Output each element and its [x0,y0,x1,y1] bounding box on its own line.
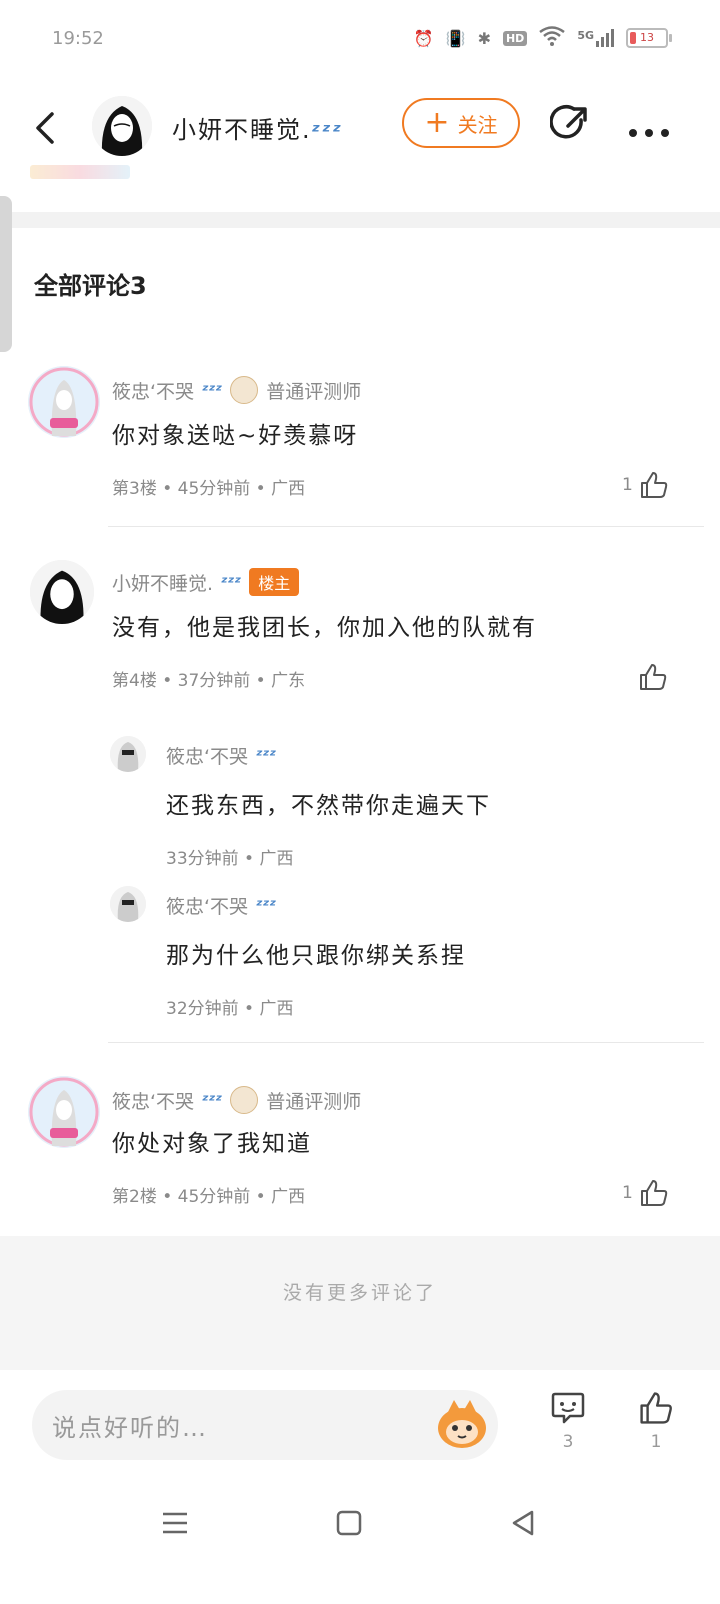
back-arrow-icon [36,112,54,144]
thumbs-up-icon [640,664,667,690]
wifi-icon [539,26,566,50]
like-button[interactable] [638,662,668,692]
reply-meta: 33分钟前 • 广西 [166,849,294,869]
sleep-zzz-icon: ᶻᶻᶻ [202,1090,223,1110]
like-button[interactable]: 1 [622,1178,669,1208]
comment-user[interactable]: 筱忠‘不哭 ᶻᶻᶻ 普通评测师 [112,1086,361,1114]
back-triangle-icon [512,1510,534,1536]
author-name[interactable]: 小妍不睡觉.ᶻᶻᶻ [172,110,343,145]
hd-badge: HD [502,30,528,46]
comment-input[interactable]: 说点好听的… [32,1390,498,1460]
reply-user[interactable]: 筱忠‘不哭 ᶻᶻᶻ [166,892,276,919]
share-icon [549,105,587,139]
signal-icon: 5G [577,29,614,47]
comments-count-button[interactable]: 3 [548,1390,588,1452]
comment-user[interactable]: 筱忠‘不哭 ᶻᶻᶻ 普通评测师 [112,376,361,404]
comment-text[interactable]: 没有，他是我团长，你加入他的队就有 [112,608,537,642]
plus-icon: + [424,105,450,140]
vibrate-icon: 📳 [445,28,466,48]
like-count: 1 [622,475,633,495]
back-button[interactable] [30,108,64,148]
menu-nav-button[interactable] [160,1508,190,1542]
comment-user-name: 筱忠‘不哭 [112,380,195,403]
comment-meta: 第2楼 • 45分钟前 • 广西 [112,1187,306,1207]
owner-badge: 楼主 [249,568,300,596]
back-nav-button[interactable] [508,1508,538,1542]
reply-meta: 32分钟前 • 广西 [166,999,294,1019]
follow-label: 关注 [457,112,498,137]
reply-user-name: 筱忠‘不哭 [166,746,249,768]
home-square-icon [336,1510,362,1536]
share-button[interactable] [549,104,590,144]
status-icons: ⏰ 📳 ✱ HD 5G 13 [413,26,672,50]
reply-avatar[interactable] [110,886,146,922]
comment-text[interactable]: 你处对象了我知道 [112,1124,312,1158]
battery-icon: 13 [626,28,672,48]
commenter-avatar[interactable] [28,1076,100,1148]
user-level: 普通评测师 [266,380,362,403]
comment-user-name: 筱忠‘不哭 [112,1090,195,1113]
status-time: 19:52 [52,28,104,49]
comments-title: 全部评论3 [34,272,147,300]
follow-button[interactable]: + 关注 [402,98,520,148]
comment-input-placeholder: 说点好听的… [52,1413,208,1442]
side-drawer-handle[interactable] [0,196,12,352]
reply-text[interactable]: 还我东西，不然带你走遍天下 [166,786,491,820]
comment-text[interactable]: 你对象送哒~好羡慕呀 [112,416,358,450]
author-name-text: 小妍不睡觉. [172,116,312,144]
commenter-avatar[interactable] [28,366,100,438]
network-type: 5G [577,29,594,42]
mascot-icon [438,1400,486,1448]
user-level: 普通评测师 [266,1090,362,1113]
reply-user-name: 筱忠‘不哭 [166,896,249,918]
post-like-button[interactable]: 1 [636,1390,676,1452]
like-count: 1 [622,1183,633,1203]
comment-meta: 第3楼 • 45分钟前 • 广西 [112,479,306,499]
sleep-zzz-icon: ᶻᶻᶻ [221,572,242,592]
menu-icon [163,1512,187,1534]
sleep-zzz-icon: ᶻᶻᶻ [202,380,223,400]
thumbs-up-icon [640,1180,668,1206]
comment-divider [108,1042,704,1043]
comment-count: 3 [562,1432,574,1452]
alarm-icon: ⏰ [413,28,434,48]
more-dots-icon [629,129,669,137]
like-button[interactable]: 1 [622,470,669,500]
comment-user-name: 小妍不睡觉. [112,572,214,595]
reviewer-badge-icon [230,376,259,404]
thumbs-up-icon [640,1392,672,1424]
sleep-zzz-icon: ᶻᶻᶻ [311,119,344,143]
comment-divider [108,526,704,527]
like-count: 1 [650,1432,662,1452]
comment-user[interactable]: 小妍不睡觉. ᶻᶻᶻ 楼主 [112,568,300,596]
emoji-mascot-button[interactable] [434,1396,490,1452]
no-more-comments: 没有更多评论了 [282,1282,437,1304]
home-nav-button[interactable] [334,1508,364,1542]
sleep-zzz-icon: ᶻᶻᶻ [256,896,277,915]
commenter-avatar[interactable] [30,560,94,624]
bluetooth-icon: ✱ [477,28,491,48]
battery-level: 13 [640,31,654,44]
sleep-zzz-icon: ᶻᶻᶻ [256,746,277,765]
scrolled-content-edge [30,165,140,185]
reviewer-badge-icon [230,1086,259,1114]
comment-meta: 第4楼 • 37分钟前 • 广东 [112,671,306,691]
reply-user[interactable]: 筱忠‘不哭 ᶻᶻᶻ [166,742,276,769]
comment-bubble-icon [551,1392,585,1424]
more-options-button[interactable] [628,112,670,147]
author-avatar[interactable] [92,96,152,156]
thumbs-up-icon [640,472,668,498]
section-divider [0,212,720,228]
reply-avatar[interactable] [110,736,146,772]
reply-text[interactable]: 那为什么他只跟你绑关系捏 [166,936,466,970]
